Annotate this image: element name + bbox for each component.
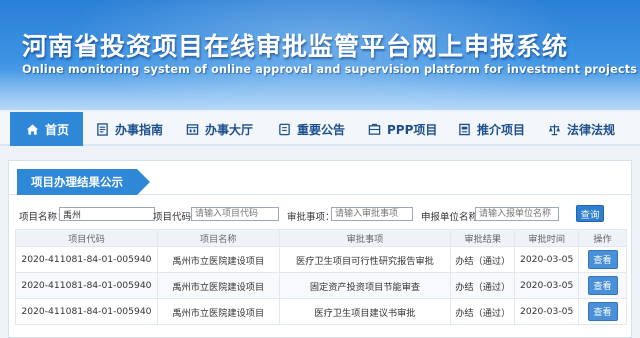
col-header-matter: 审批事项: [278, 229, 452, 247]
promote-icon: [459, 123, 470, 135]
col-header-action: 操作: [578, 229, 627, 247]
cell-result: 办结（通过）: [450, 246, 516, 273]
cell-code: 2020-411081-84-01-005940: [15, 298, 158, 325]
cell-date: 2020-03-05: [514, 298, 580, 325]
cell-name: 禹州市立医院建设项目: [156, 272, 280, 299]
nav-item-home[interactable]: 首页: [10, 112, 84, 146]
cell-date: 2020-03-05: [514, 246, 580, 273]
table-row: 2020-411081-84-01-005940 禹州市立医院建设项目 医疗卫生…: [15, 298, 627, 325]
col-header-name: 项目名称: [156, 229, 280, 247]
project-code-input[interactable]: [191, 207, 279, 221]
search-button[interactable]: 查询: [576, 205, 604, 222]
applicant-unit-input[interactable]: [475, 207, 559, 221]
nav-label: 办事大厅: [205, 122, 254, 137]
col-header-date: 审批时间: [514, 229, 580, 247]
nav-item-hall[interactable]: 办事大厅: [186, 112, 253, 146]
cell-date: 2020-03-05: [514, 272, 580, 299]
view-button[interactable]: 查看: [587, 302, 618, 321]
table-row: 2020-411081-84-01-005940 禹州市立医院建设项目 固定资产…: [15, 272, 627, 299]
cell-action: 查看: [578, 272, 627, 299]
site-title: 河南省投资项目在线审批监管平台网上申报系统: [22, 32, 569, 61]
panel-header: 项目办理结果公示: [9, 169, 631, 195]
project-name-input[interactable]: [59, 207, 155, 221]
cell-result: 办结（通过）: [450, 272, 516, 299]
cell-action: 查看: [578, 298, 627, 325]
header-banner: 河南省投资项目在线审批监管平台网上申报系统 Online monitoring …: [0, 0, 640, 110]
home-icon: [26, 123, 39, 135]
site-subtitle: Online monitoring system of online appro…: [22, 63, 640, 76]
nav-item-guide[interactable]: 办事指南: [96, 112, 163, 146]
cell-matter: 固定资产投资项目节能审查: [278, 272, 452, 299]
approval-matter-label: 审批事项：: [287, 212, 335, 223]
ppp-icon: [368, 123, 381, 135]
col-header-result: 审批结果: [450, 229, 516, 247]
nav-item-announcement[interactable]: 重要公告: [278, 112, 345, 146]
cell-matter: 医疗卫生项目建议书审批: [278, 298, 452, 325]
nav-item-ppp[interactable]: PPP项目: [368, 112, 437, 146]
cell-result: 办结（通过）: [450, 298, 516, 325]
table-row: 2020-411081-84-01-005940 禹州市立医院建设项目 医疗卫生…: [15, 246, 627, 273]
nav-item-promote[interactable]: 推介项目: [458, 112, 525, 146]
nav-label: 办事指南: [115, 122, 164, 137]
view-button[interactable]: 查看: [587, 250, 618, 269]
nav-label: PPP项目: [387, 122, 438, 137]
view-button[interactable]: 查看: [587, 276, 618, 295]
search-form: 项目名称： 项目代码： 审批事项： 申报单位名称： 查询: [9, 205, 631, 225]
col-header-code: 项目代码: [15, 229, 158, 247]
approval-matter-input[interactable]: [331, 207, 413, 221]
cell-matter: 医疗卫生项目可行性研究报告审批: [278, 246, 452, 273]
cell-name: 禹州市立医院建设项目: [156, 246, 280, 273]
nav-label: 重要公告: [297, 122, 346, 137]
results-panel: 项目办理结果公示 项目名称： 项目代码： 审批事项： 申报单位名称： 查询 项目…: [8, 160, 632, 338]
cell-code: 2020-411081-84-01-005940: [15, 272, 158, 299]
hall-icon: [186, 123, 199, 135]
nav-label: 首页: [45, 122, 70, 137]
nav-label: 法律法规: [567, 122, 616, 137]
results-table: 项目代码 项目名称 审批事项 审批结果 审批时间 操作 2020-411081-…: [15, 229, 627, 325]
cell-action: 查看: [578, 246, 627, 273]
guide-icon: [97, 122, 108, 136]
announcement-icon: [279, 123, 290, 135]
cell-code: 2020-411081-84-01-005940: [15, 246, 158, 273]
nav-label: 推介项目: [477, 122, 526, 137]
banner-skyline: [0, 70, 640, 110]
nav-item-law[interactable]: 法律法规: [548, 112, 615, 146]
table-header-row: 项目代码 项目名称 审批事项 审批结果 审批时间 操作: [15, 229, 627, 247]
panel-title: 项目办理结果公示: [17, 169, 150, 195]
law-icon: [548, 123, 561, 135]
main-nav: 首页 办事指南 办事大厅 重要公告 PPP项目 推介项目 法律法规: [0, 112, 640, 146]
cell-name: 禹州市立医院建设项目: [156, 298, 280, 325]
